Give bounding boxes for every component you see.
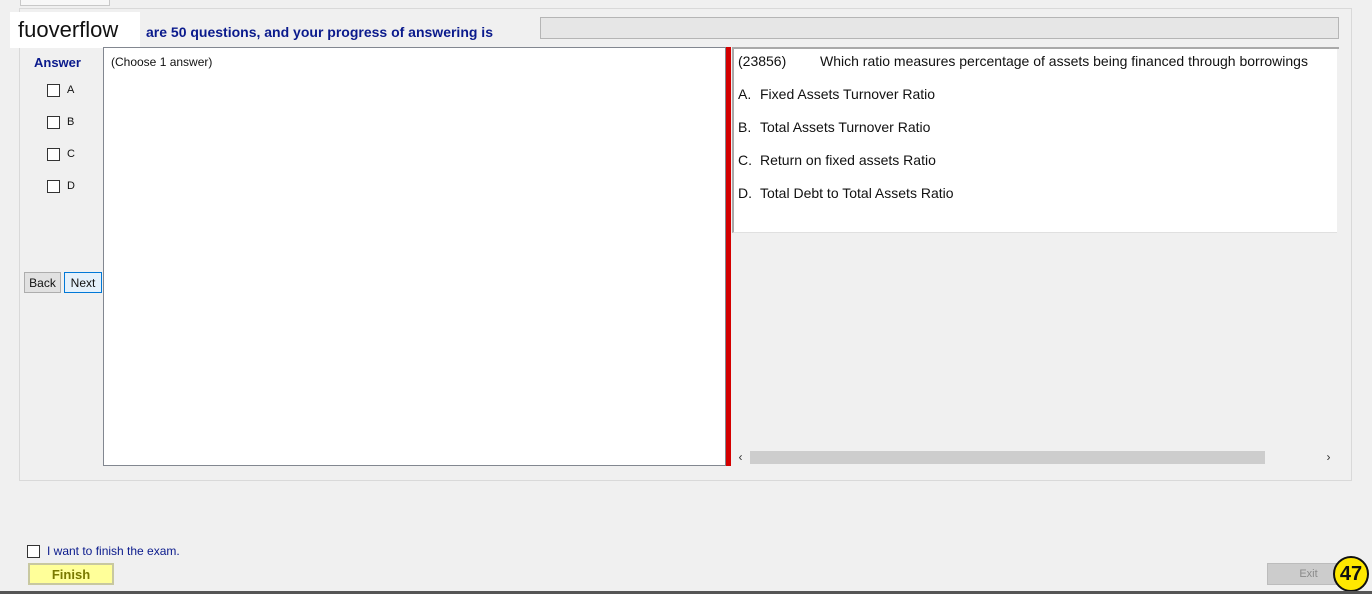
horizontal-scrollbar[interactable]: ‹ › [732, 449, 1337, 466]
answer-text-box[interactable]: (Choose 1 answer) [103, 47, 726, 466]
choice-text: Return on fixed assets Ratio [760, 152, 936, 168]
choice-letter: B. [738, 119, 752, 135]
finish-checkbox-label: I want to finish the exam. [47, 544, 180, 558]
question-count-badge: 47 [1333, 556, 1369, 592]
answer-option-label: D [67, 180, 75, 192]
scrollbar-thumb[interactable] [750, 451, 1265, 464]
answer-option-label: B [67, 116, 75, 128]
question-area: (23856) Which ratio measures percentage o… [732, 49, 1337, 233]
question-id: (23856) [738, 53, 787, 69]
answer-option-label: A [67, 84, 75, 96]
answer-option-d[interactable]: D [47, 179, 75, 193]
scroll-right-icon[interactable]: › [1320, 449, 1337, 466]
question-text: Which ratio measures percentage of asset… [820, 53, 1308, 69]
choice-text: Fixed Assets Turnover Ratio [760, 86, 936, 102]
exam-window: fuoverflow are 50 questions, and your pr… [0, 0, 1372, 594]
checkbox-b[interactable] [47, 115, 60, 129]
finish-exam-checkbox[interactable]: I want to finish the exam. [27, 544, 180, 558]
question-choice: D. Total Debt to Total Assets Ratio [738, 185, 954, 201]
watermark-logo: fuoverflow [10, 12, 140, 48]
scroll-left-icon[interactable]: ‹ [732, 449, 749, 466]
finish-checkbox-box[interactable] [27, 544, 40, 558]
checkbox-d[interactable] [47, 179, 60, 193]
progress-label: are 50 questions, and your progress of a… [146, 24, 493, 40]
finish-button[interactable]: Finish [28, 563, 114, 585]
choice-letter: D. [738, 185, 752, 201]
choice-letter: C. [738, 152, 752, 168]
choose-instruction: (Choose 1 answer) [111, 55, 213, 69]
answer-title: Answer [34, 55, 81, 70]
top-tab[interactable] [20, 0, 110, 6]
choice-text: Total Assets Turnover Ratio [760, 119, 931, 135]
question-pane: (23856) Which ratio measures percentage o… [732, 47, 1339, 466]
question-line: (23856) Which ratio measures percentage o… [738, 53, 1308, 69]
answer-option-b[interactable]: B [47, 115, 74, 129]
choice-text: Total Debt to Total Assets Ratio [760, 185, 954, 201]
question-choice: C. Return on fixed assets Ratio [738, 152, 936, 168]
question-choice: A. Fixed Assets Turnover Ratio [738, 86, 935, 102]
checkbox-c[interactable] [47, 147, 60, 161]
progress-bar [540, 17, 1339, 39]
back-button[interactable]: Back [24, 272, 61, 293]
choice-letter: A. [738, 86, 752, 102]
checkbox-a[interactable] [47, 83, 60, 97]
pane-splitter[interactable] [726, 47, 731, 466]
answer-option-label: C [67, 148, 75, 160]
answer-option-c[interactable]: C [47, 147, 75, 161]
next-button[interactable]: Next [64, 272, 102, 293]
answer-option-a[interactable]: A [47, 83, 74, 97]
question-choice: B. Total Assets Turnover Ratio [738, 119, 930, 135]
